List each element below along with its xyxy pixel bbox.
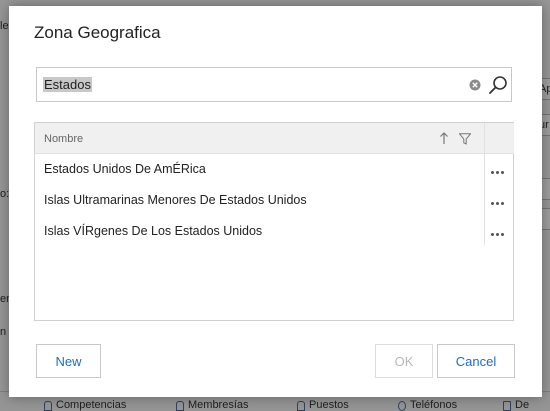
grid-header-corner — [485, 123, 514, 154]
lookup-dialog: Zona Geografica Estados Nombre Estados U… — [9, 6, 542, 397]
column-header-nombre[interactable]: Nombre — [44, 133, 83, 145]
clear-circle-icon[interactable] — [469, 79, 481, 91]
list-item-label: Estados Unidos De AmÉRica — [44, 162, 206, 176]
grid-header: Nombre — [35, 123, 484, 154]
funnel-icon[interactable] — [459, 133, 471, 145]
results-grid: Nombre Estados Unidos De AmÉRica Islas U… — [34, 122, 514, 321]
search-input[interactable]: Estados — [43, 77, 92, 92]
list-item[interactable]: Estados Unidos De AmÉRica — [35, 154, 484, 185]
dialog-title: Zona Geografica — [34, 23, 161, 42]
magnifier-icon[interactable] — [488, 75, 508, 95]
ok-button[interactable]: OK — [375, 344, 433, 378]
ellipsis-icon[interactable] — [491, 229, 507, 239]
new-button[interactable]: New — [36, 344, 101, 378]
list-item-label: Islas VÍRgenes De Los Estados Unidos — [44, 224, 263, 238]
list-item[interactable]: Islas Ultramarinas Menores De Estados Un… — [35, 185, 484, 216]
list-item-label: Islas Ultramarinas Menores De Estados Un… — [44, 193, 307, 207]
search-box: Estados — [36, 67, 512, 102]
list-item[interactable]: Islas VÍRgenes De Los Estados Unidos — [35, 216, 484, 247]
ellipsis-icon[interactable] — [491, 198, 507, 208]
ellipsis-icon[interactable] — [491, 167, 507, 177]
cancel-button[interactable]: Cancel — [437, 344, 515, 378]
arrow-up-icon[interactable] — [439, 132, 449, 145]
grid-column-divider — [484, 123, 485, 245]
